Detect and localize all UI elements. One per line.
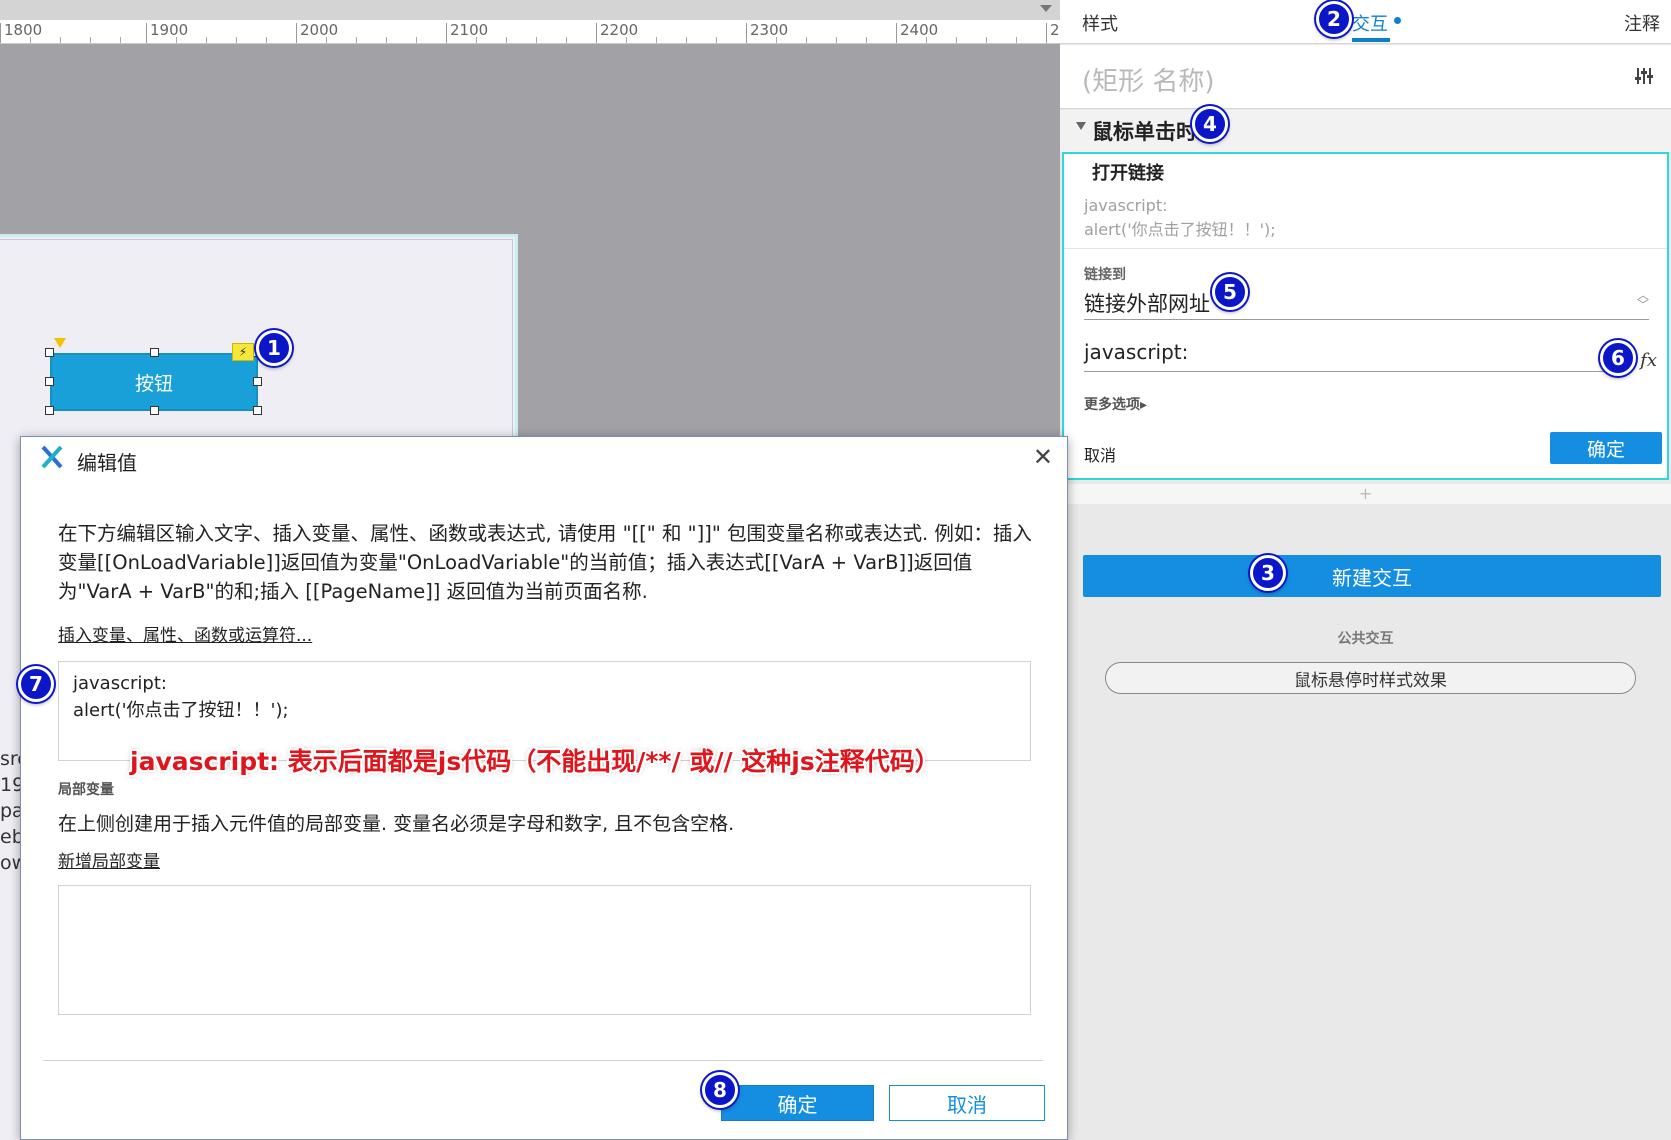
event-header[interactable]: 鼠标单击时 xyxy=(1060,110,1671,152)
updown-arrows-icon: ︿ ﹀ xyxy=(1636,288,1649,312)
hover-style-button[interactable]: 鼠标悬停时样式效果 xyxy=(1105,662,1636,694)
resize-handle[interactable] xyxy=(45,377,54,386)
callout-6: 6 xyxy=(1600,340,1636,376)
annotation-text: javascript: 表示后面都是js代码（不能出现/**/ 或// 这种js… xyxy=(130,747,940,776)
ruler-label: 2200 xyxy=(596,23,638,43)
callout-5: 5 xyxy=(1212,274,1248,310)
new-interaction-button[interactable]: 新建交互 xyxy=(1083,555,1661,597)
shared-interactions-label: 公共交互 xyxy=(1337,631,1394,647)
resize-handle[interactable] xyxy=(150,348,159,357)
local-variables-list[interactable] xyxy=(58,885,1031,1015)
callout-2: 2 xyxy=(1316,1,1352,37)
resize-handle[interactable] xyxy=(150,406,159,415)
resize-handle[interactable] xyxy=(45,348,54,357)
unsaved-dot-icon xyxy=(1394,17,1401,24)
ruler-label: 2 xyxy=(1046,23,1060,43)
edit-value-dialog: 编辑值 ✕ 在下方编辑区输入文字、插入变量、属性、函数或表达式, 请使用 "[[… xyxy=(20,436,1068,1140)
sliders-icon[interactable] xyxy=(1635,67,1653,90)
callout-7: 7 xyxy=(18,666,54,702)
resize-handle[interactable] xyxy=(253,377,262,386)
add-local-variable-link[interactable]: 新增局部变量 xyxy=(58,847,160,872)
resize-handle[interactable] xyxy=(253,406,262,415)
clipped-canvas-text: src 192 pa eb ow xyxy=(0,748,20,874)
action-title: 打开链接 xyxy=(1092,163,1164,184)
callout-3: 3 xyxy=(1250,555,1286,591)
scroll-down-arrow-icon[interactable] xyxy=(1040,5,1052,12)
tab-notes[interactable]: 注释 xyxy=(1624,10,1660,36)
local-variables-label: 局部变量 xyxy=(58,782,114,798)
callout-4: 4 xyxy=(1192,106,1228,142)
widget-name-row: (矩形 名称) xyxy=(1060,45,1671,109)
url-input[interactable]: javascript: xyxy=(1084,338,1624,372)
active-tab-underline xyxy=(1352,38,1390,42)
more-options-toggle[interactable]: 更多选项▸ xyxy=(1084,394,1147,414)
local-variables-description: 在上侧创建用于插入元件值的局部变量. 变量名必须是字母和数字, 且不包含空格. xyxy=(58,813,735,835)
callout-1: 1 xyxy=(256,330,292,366)
horizontal-ruler: 1800 1900 2000 2100 2200 2300 2400 2 xyxy=(0,20,1060,44)
ruler-label: 2300 xyxy=(746,23,788,43)
action-ok-button[interactable]: 确定 xyxy=(1550,432,1662,464)
ruler-label: 2400 xyxy=(896,23,938,43)
dialog-title: 编辑值 xyxy=(77,451,137,475)
action-summary: javascript: alert('你点击了按钮！！'); xyxy=(1084,196,1276,239)
link-target-value: 链接外部网址 xyxy=(1084,292,1210,316)
ruler-label: 1800 xyxy=(0,23,42,43)
widget-name-field[interactable]: (矩形 名称) xyxy=(1082,61,1215,98)
ruler-label: 2000 xyxy=(296,23,338,43)
callout-8: 8 xyxy=(702,1072,738,1108)
collapse-caret-icon[interactable] xyxy=(1076,122,1086,130)
add-action-button[interactable]: + xyxy=(1060,484,1671,504)
tab-interaction[interactable]: 交互 xyxy=(1352,10,1388,36)
ruler-label: 2100 xyxy=(446,23,488,43)
axure-logo-icon xyxy=(41,445,63,475)
link-target-select[interactable]: 链接外部网址 ︿ ﹀ xyxy=(1084,284,1649,320)
link-to-label: 链接到 xyxy=(1084,267,1126,283)
dialog-cancel-button[interactable]: 取消 xyxy=(889,1085,1045,1121)
interaction-panel: 样式 交互 注释 (矩形 名称) 鼠标单击时 打开链接 javascript: … xyxy=(1060,0,1671,1140)
open-link-action-card[interactable]: 打开链接 javascript: alert('你点击了按钮！！'); 链接到 … xyxy=(1062,152,1669,480)
canvas-top-bar xyxy=(0,0,1060,20)
action-cancel-button[interactable]: 取消 xyxy=(1084,442,1116,466)
tab-style[interactable]: 样式 xyxy=(1082,10,1118,36)
dialog-ok-button[interactable]: 确定 xyxy=(721,1085,874,1121)
insert-variable-link[interactable]: 插入变量、属性、函数或运算符... xyxy=(58,621,312,646)
dialog-instructions: 在下方编辑区输入文字、插入变量、属性、函数或表达式, 请使用 "[[" 和 "]… xyxy=(58,522,1032,603)
resize-handle[interactable] xyxy=(45,406,54,415)
panel-tabs: 样式 交互 注释 xyxy=(1060,0,1671,44)
interaction-marker-icon xyxy=(54,338,66,348)
dialog-titlebar: 编辑值 ✕ xyxy=(21,437,1067,481)
button-widget[interactable]: 按钮 xyxy=(50,353,258,411)
ruler-label: 1900 xyxy=(146,23,188,43)
event-title: 鼠标单击时 xyxy=(1092,120,1197,144)
close-icon[interactable]: ✕ xyxy=(1033,443,1053,471)
fx-icon[interactable]: fx xyxy=(1640,350,1657,371)
lightning-icon[interactable]: ⚡ xyxy=(232,343,254,361)
